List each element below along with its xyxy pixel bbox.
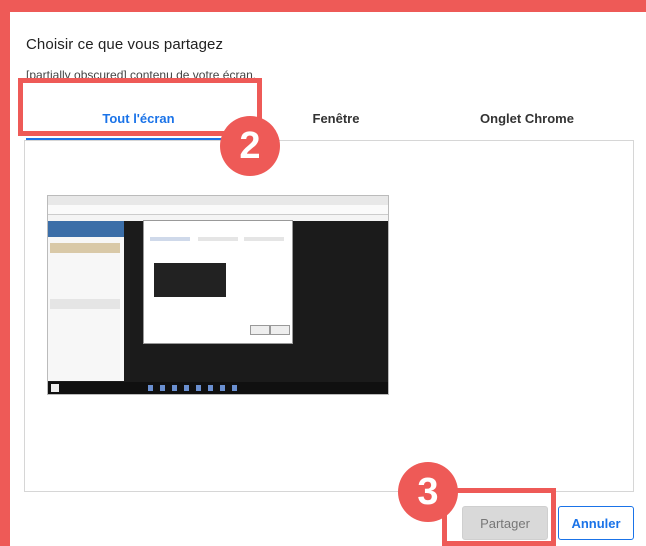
source-list xyxy=(24,140,634,492)
dialog-title: Choisir ce que vous partagez xyxy=(26,36,224,53)
highlight-share-box xyxy=(442,488,556,546)
thumb-taskbar-icon xyxy=(184,385,189,391)
thumb-panel-header xyxy=(48,221,124,237)
thumb-mini-button xyxy=(270,325,290,335)
thumb-start-icon xyxy=(51,384,59,392)
thumb-mini-tab xyxy=(150,237,190,241)
thumb-modal xyxy=(143,220,293,344)
thumb-taskbar-icon xyxy=(160,385,165,391)
thumb-mini-tab xyxy=(198,237,238,241)
step-2-badge: 2 xyxy=(220,116,280,176)
thumb-browser-tabs xyxy=(48,196,388,205)
thumb-panel-item xyxy=(50,299,120,309)
tab-window[interactable]: Fenêtre xyxy=(251,104,421,134)
cancel-button[interactable]: Annuler xyxy=(558,506,634,540)
thumb-mini-button xyxy=(250,325,270,335)
step-3-badge: 3 xyxy=(398,462,458,522)
highlight-frame-top xyxy=(0,0,646,12)
thumb-taskbar-icon xyxy=(172,385,177,391)
thumb-taskbar-icon xyxy=(220,385,225,391)
highlight-frame-left xyxy=(0,0,10,546)
thumb-left-panel xyxy=(48,221,124,381)
screen-thumbnail[interactable] xyxy=(47,195,389,395)
thumb-address-bar xyxy=(48,205,388,215)
thumb-mini-preview xyxy=(154,263,226,297)
thumb-taskbar-icon xyxy=(196,385,201,391)
thumb-taskbar-icon xyxy=(232,385,237,391)
thumb-taskbar xyxy=(48,382,388,394)
thumb-taskbar-icon xyxy=(208,385,213,391)
thumb-panel-item xyxy=(50,243,120,253)
thumb-mini-tab xyxy=(244,237,284,241)
thumb-taskbar-icon xyxy=(148,385,153,391)
tab-chrome-tab[interactable]: Onglet Chrome xyxy=(421,104,633,134)
